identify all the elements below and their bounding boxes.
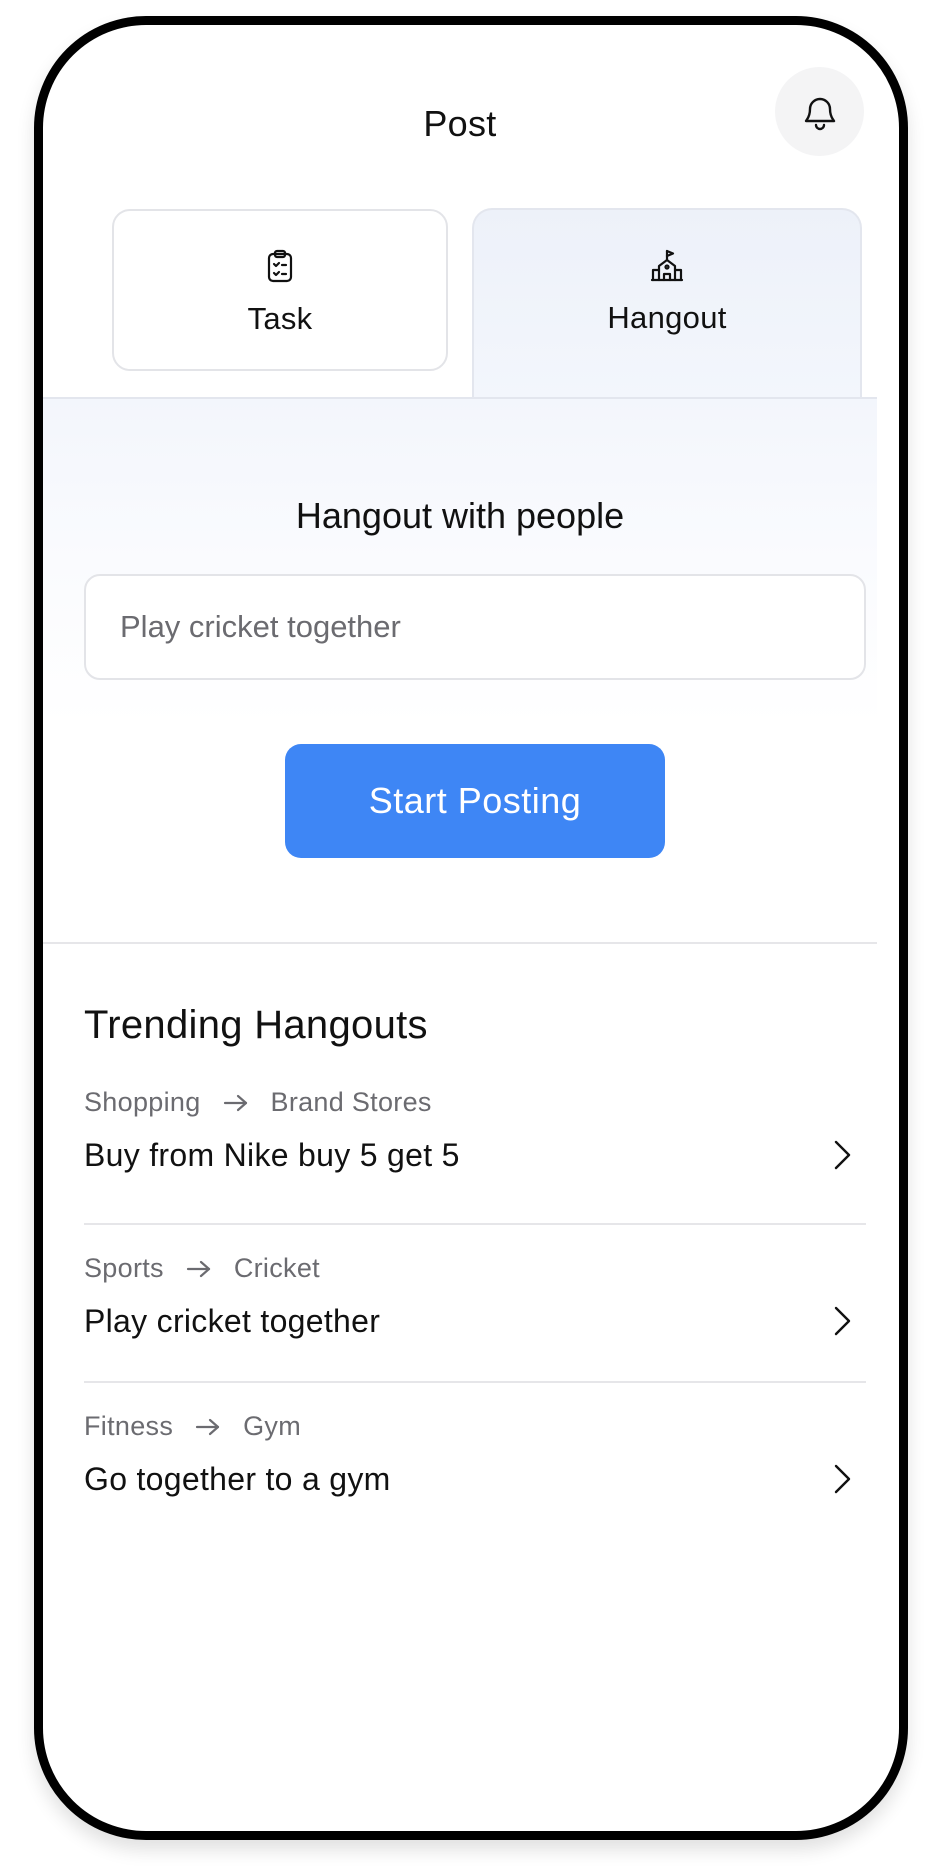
trending-list: Shopping Brand Stores Buy from Nike buy …: [84, 1065, 866, 1539]
trending-item[interactable]: Sports Cricket Play cricket together: [84, 1223, 866, 1381]
notifications-button[interactable]: [775, 67, 864, 156]
bell-icon: [801, 92, 839, 132]
chevron-right-icon: [832, 1139, 852, 1176]
hangout-input[interactable]: [84, 574, 866, 680]
chevron-right-icon: [832, 1305, 852, 1342]
hangout-panel: Hangout with people Start Posting: [43, 397, 877, 944]
arrow-right-icon: [186, 1259, 212, 1279]
trending-item-title: Go together to a gym: [84, 1461, 391, 1497]
trending-title: Trending Hangouts: [84, 1003, 428, 1047]
clipboard-check-icon: [266, 249, 294, 283]
start-posting-button[interactable]: Start Posting: [285, 744, 665, 858]
tab-hangout-label: Hangout: [607, 300, 727, 335]
page-title: Post: [423, 103, 497, 144]
subcategory-label: Cricket: [233, 1253, 320, 1283]
tab-task-label: Task: [247, 301, 313, 336]
tab-task[interactable]: Task: [112, 209, 448, 371]
arrow-right-icon: [195, 1417, 221, 1437]
trending-item-title: Buy from Nike buy 5 get 5: [84, 1137, 460, 1173]
subcategory-label: Brand Stores: [270, 1087, 432, 1117]
breadcrumb: Shopping Brand Stores: [84, 1087, 432, 1118]
breadcrumb: Sports Cricket: [84, 1253, 320, 1284]
breadcrumb: Fitness Gym: [84, 1411, 301, 1442]
trending-item[interactable]: Shopping Brand Stores Buy from Nike buy …: [84, 1065, 866, 1223]
section-divider: [43, 942, 877, 944]
phone-frame: Post Task Hangout Hangout with people Pl…: [34, 16, 908, 1840]
category-label: Sports: [84, 1253, 164, 1283]
school-building-icon: [650, 248, 684, 282]
trending-item[interactable]: Fitness Gym Go together to a gym: [84, 1381, 866, 1539]
trending-item-title: Play cricket together: [84, 1303, 381, 1339]
subcategory-label: Gym: [243, 1411, 302, 1441]
category-label: Shopping: [84, 1087, 201, 1117]
chevron-right-icon: [832, 1463, 852, 1500]
arrow-right-icon: [223, 1093, 249, 1113]
panel-title: Hangout with people: [295, 495, 625, 536]
tab-hangout[interactable]: Hangout: [472, 208, 862, 398]
category-label: Fitness: [84, 1411, 174, 1441]
